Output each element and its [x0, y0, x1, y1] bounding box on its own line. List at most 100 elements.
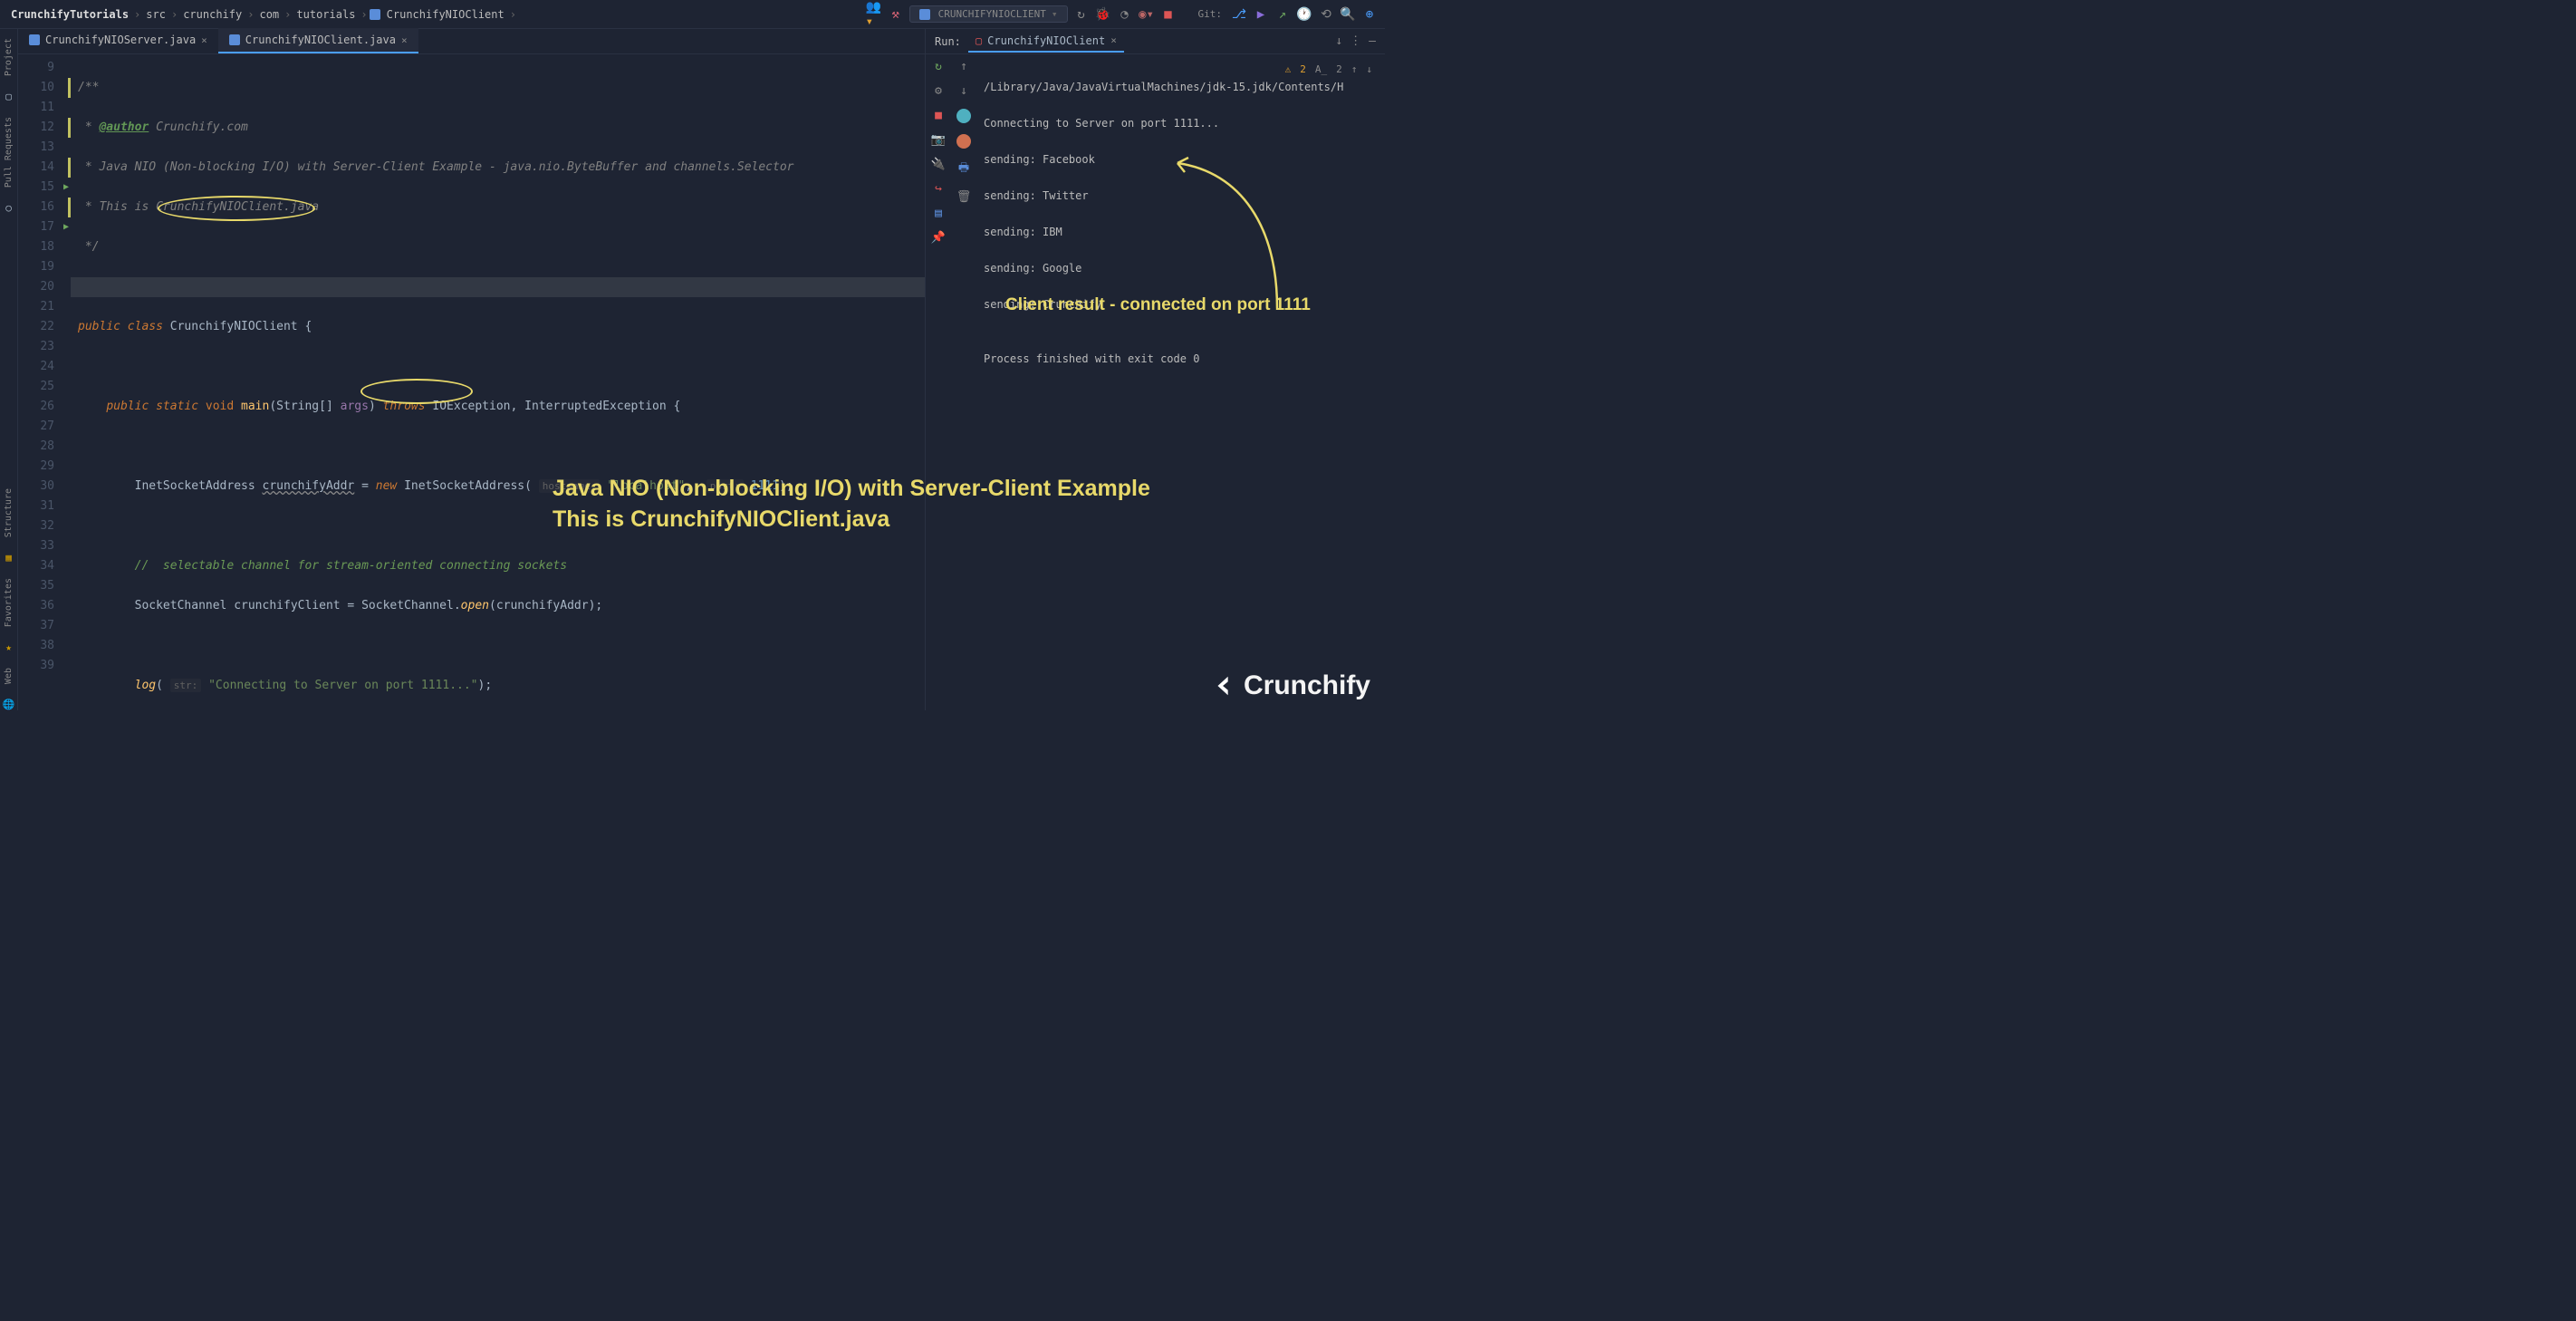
typo-count: 2	[1336, 60, 1342, 80]
rerun-icon[interactable]: ↻	[1073, 6, 1090, 23]
close-icon[interactable]: ×	[201, 34, 207, 46]
layout-icon[interactable]: ▤	[935, 207, 942, 220]
git-commit-icon[interactable]: ▶	[1253, 6, 1269, 23]
run-console[interactable]: /Library/Java/JavaVirtualMachines/jdk-15…	[976, 54, 1385, 710]
console-line: sending: Twitter	[984, 187, 1378, 205]
class-icon	[29, 34, 40, 45]
gear-icon[interactable]: ⚙	[935, 84, 942, 98]
chevron-right-icon: ›	[508, 8, 518, 21]
close-icon[interactable]: ×	[1110, 34, 1117, 46]
console-line: /Library/Java/JavaVirtualMachines/jdk-15…	[984, 78, 1378, 96]
chevron-right-icon: ›	[245, 8, 255, 21]
run-tab[interactable]: ▢ CrunchifyNIOClient ×	[968, 31, 1124, 53]
logo-text: Crunchify	[1244, 670, 1370, 701]
close-icon[interactable]: ×	[401, 34, 408, 46]
more-icon[interactable]: ⋮	[1350, 34, 1361, 48]
console-line: sending: Facebook	[984, 150, 1378, 169]
debug-icon[interactable]: 🐞	[1095, 6, 1111, 23]
stop-icon[interactable]: ■	[1160, 6, 1177, 23]
structure-icon[interactable]: ▦	[5, 552, 12, 564]
console-line: Connecting to Server on port 1111...	[984, 114, 1378, 132]
code-with-me-icon[interactable]: 👥▾	[866, 6, 882, 23]
star-icon[interactable]: ★	[5, 641, 12, 653]
scroll-end-icon[interactable]	[956, 134, 971, 149]
crunchify-logo-icon	[1211, 673, 1236, 699]
chevron-right-icon: ›	[169, 8, 179, 21]
run-toolbar-left: ↻ ⚙ ■ 📷 🔌 ↪ ▤ 📌	[926, 54, 951, 710]
arrow-down-icon[interactable]: ↓	[1366, 60, 1372, 80]
inspection-widget[interactable]: ⚠ 2 A̲ 2 ↑ ↓	[1285, 60, 1372, 80]
topbar-right: 👥▾ ⚒ CRUNCHIFYNIOCLIENT ▾ ↻ 🐞 ◔ ◉▾ ■ Git…	[866, 5, 1378, 23]
left-tool-sidebar: Project ▢ Pull Requests ○ Structure ▦ Fa…	[0, 29, 18, 710]
web-icon[interactable]: 🌐	[3, 699, 15, 710]
breadcrumb-item[interactable]: src	[142, 8, 169, 21]
down-icon[interactable]: ↓	[960, 84, 967, 98]
sidebar-pull-requests[interactable]: Pull Requests	[4, 111, 14, 193]
chevron-right-icon: ›	[283, 8, 293, 21]
run-config-name: CRUNCHIFYNIOCLIENT	[938, 8, 1046, 20]
sidebar-favorites[interactable]: Favorites	[4, 573, 14, 632]
run-tool-window: Run: ▢ CrunchifyNIOClient × ↓ ⋮ — ↻ ⚙ ■ …	[925, 29, 1385, 710]
run-toolbar-left2: ↑ ↓ 🖶 🗑	[951, 54, 976, 710]
rerun-icon[interactable]: ↻	[935, 60, 942, 73]
sidebar-project[interactable]: Project	[4, 33, 14, 82]
stop-icon[interactable]: ■	[935, 109, 942, 122]
editor-tab[interactable]: CrunchifyNIOServer.java ×	[18, 28, 218, 53]
typo-icon: A̲	[1315, 60, 1327, 80]
gutter[interactable]: 91011121314 151617181920 212223242526 27…	[18, 54, 71, 710]
console-line: sending: Google	[984, 259, 1378, 277]
editor-tab[interactable]: CrunchifyNIOClient.java ×	[218, 28, 418, 53]
sidebar-structure[interactable]: Structure	[4, 483, 14, 543]
arrow-down-icon[interactable]: ↓	[1335, 34, 1342, 48]
tab-label: CrunchifyNIOServer.java	[45, 34, 196, 46]
run-tab-label: CrunchifyNIOClient	[987, 34, 1105, 47]
stop-square-icon: ▢	[976, 34, 982, 47]
profile-icon[interactable]: ◉▾	[1139, 6, 1155, 23]
warning-icon: ⚠	[1285, 60, 1292, 80]
run-header: Run: ▢ CrunchifyNIOClient × ↓ ⋮ —	[926, 29, 1385, 54]
class-icon	[370, 9, 380, 20]
project-icon[interactable]: ▢	[5, 91, 12, 102]
run-label: Run:	[935, 35, 968, 48]
minimize-icon[interactable]: —	[1369, 34, 1376, 48]
git-branch-icon[interactable]: ⎇	[1231, 6, 1247, 23]
search-icon[interactable]: 🔍	[1340, 6, 1356, 23]
git-rollback-icon[interactable]: ⟲	[1318, 6, 1334, 23]
soft-wrap-icon[interactable]	[956, 109, 971, 123]
breadcrumb-item[interactable]: com	[255, 8, 283, 21]
print-icon[interactable]: 🖶	[958, 159, 969, 179]
pin-icon[interactable]: 📌	[931, 231, 946, 245]
sidebar-web[interactable]: Web	[4, 662, 14, 689]
build-icon[interactable]: ⚒	[888, 6, 904, 23]
git-push-icon[interactable]: ↗	[1274, 6, 1291, 23]
trash-icon[interactable]: 🗑	[956, 190, 972, 204]
breadcrumb-root[interactable]: CrunchifyTutorials	[7, 8, 132, 21]
chevron-right-icon: ›	[132, 8, 142, 21]
git-label: Git:	[1195, 8, 1226, 20]
add-icon[interactable]: ⊕	[1361, 6, 1378, 23]
dump-icon[interactable]: 🔌	[931, 158, 946, 171]
crunchify-logo: Crunchify	[1211, 670, 1370, 701]
breadcrumbs: CrunchifyTutorials › src › crunchify › c…	[7, 8, 518, 21]
console-line: sending: IBM	[984, 223, 1378, 241]
exit-icon[interactable]: ↪	[935, 182, 942, 196]
chevron-down-icon: ▾	[1052, 8, 1058, 20]
tab-label: CrunchifyNIOClient.java	[245, 34, 396, 46]
arrow-up-icon[interactable]: ↑	[1351, 60, 1358, 80]
chevron-right-icon: ›	[359, 8, 369, 21]
console-line: sending: Crunchify	[984, 295, 1378, 313]
breadcrumb-item[interactable]: tutorials	[293, 8, 359, 21]
run-configuration-select[interactable]: CRUNCHIFYNIOCLIENT ▾	[909, 5, 1068, 23]
coverage-icon[interactable]: ◔	[1117, 6, 1133, 23]
breadcrumb-item[interactable]: crunchify	[179, 8, 245, 21]
topbar: CrunchifyTutorials › src › crunchify › c…	[0, 0, 1385, 29]
camera-icon[interactable]: 📷	[931, 133, 946, 147]
class-icon	[229, 34, 240, 45]
breadcrumb-item[interactable]: CrunchifyNIOClient	[383, 8, 508, 21]
up-icon[interactable]: ↑	[960, 60, 967, 73]
github-icon[interactable]: ○	[5, 202, 12, 214]
warning-count: 2	[1300, 60, 1306, 80]
console-line: Process finished with exit code 0	[984, 350, 1378, 368]
class-icon	[919, 9, 930, 20]
git-history-icon[interactable]: 🕐	[1296, 6, 1312, 23]
